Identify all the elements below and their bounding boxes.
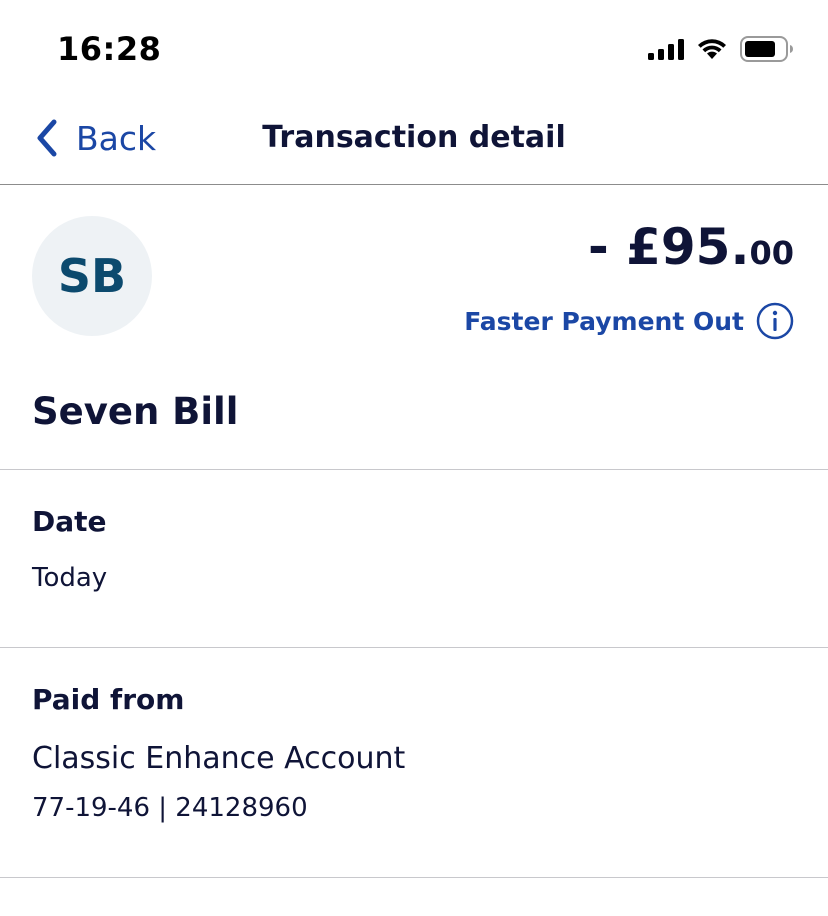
payee-avatar: SB [32, 216, 152, 336]
payment-type-label: Faster Payment Out [464, 306, 744, 336]
page-title: Transaction detail [262, 120, 566, 155]
divider [0, 647, 828, 648]
date-label: Date [32, 505, 107, 538]
account-details: 77-19-46 | 24128960 [32, 793, 308, 823]
info-icon [756, 302, 794, 340]
amount-pence: 00 [749, 234, 794, 272]
status-bar: 16:28 [0, 0, 828, 96]
date-value: Today [32, 563, 108, 593]
battery-icon [740, 36, 793, 62]
payee-name: Seven Bill [32, 390, 239, 433]
paid-from-label: Paid from [32, 683, 185, 716]
cellular-signal-icon [648, 38, 684, 60]
navigation-bar: Back Transaction detail [0, 96, 828, 185]
amount-main: - £95. [587, 218, 750, 276]
divider [0, 877, 828, 878]
status-icons [648, 36, 794, 62]
wifi-icon [698, 39, 726, 59]
account-name: Classic Enhance Account [32, 741, 406, 776]
transaction-detail-screen: 16:28 Back Transaction detail SB - £95.0… [0, 0, 828, 916]
divider [0, 469, 828, 470]
payment-type-info-button[interactable]: Faster Payment Out [464, 302, 794, 340]
status-time: 16:28 [57, 30, 162, 68]
avatar-initials: SB [57, 249, 127, 303]
transaction-amount: - £95.00 [588, 218, 794, 276]
